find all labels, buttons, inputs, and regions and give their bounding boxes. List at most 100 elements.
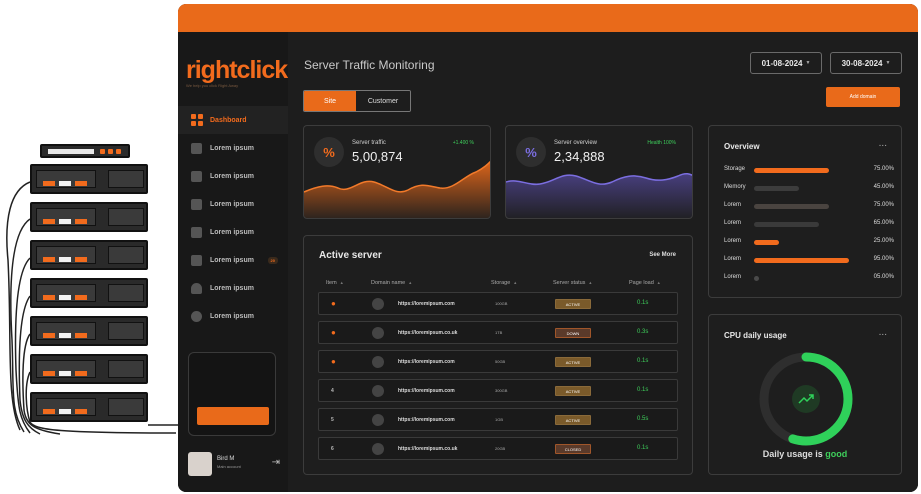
server-traffic-card: % Server traffic 5,00,874 +1.400 % xyxy=(303,125,491,219)
chevron-down-icon: ▼ xyxy=(885,60,891,66)
bell-icon xyxy=(191,282,202,294)
tab-customer[interactable]: Customer xyxy=(356,91,410,111)
cpu-usage-card: CPU daily usage ... Daily usage is good xyxy=(708,314,902,475)
domain-name: https://loremipsum.co.uk xyxy=(398,446,458,452)
tab-site[interactable]: Site xyxy=(304,91,356,111)
page-load-value: 0.1s xyxy=(637,387,649,393)
sidebar-nav: Dashboard Lorem ipsum Lorem ipsum Lorem … xyxy=(178,106,288,330)
rack-unit xyxy=(30,202,148,232)
progress-fill xyxy=(754,258,849,263)
column-header[interactable]: Server status ▲ xyxy=(553,280,592,286)
item-number: 6 xyxy=(331,446,334,452)
window-topbar xyxy=(178,4,918,32)
sidebar-item-1[interactable]: Lorem ipsum xyxy=(178,134,288,162)
storage-value: 300GB xyxy=(495,388,508,393)
traffic-sparkline xyxy=(304,160,490,218)
sidebar-item-3[interactable]: Lorem ipsum xyxy=(178,190,288,218)
page-load-value: 0.3s xyxy=(637,329,649,335)
see-more-link[interactable]: See More xyxy=(649,252,676,258)
sidebar: rightclick We help you click Right Away … xyxy=(178,32,288,492)
status-badge: DOWN xyxy=(555,328,591,338)
overview-label: Lorem xyxy=(724,256,742,262)
chart-icon xyxy=(191,142,202,154)
sidebar-item-7[interactable]: Lorem ipsum xyxy=(178,302,288,330)
overview-label: Storage xyxy=(724,166,746,172)
more-options-icon[interactable]: ... xyxy=(879,138,887,149)
column-header[interactable]: Page load ▲ xyxy=(629,280,661,286)
table-row[interactable]: ● https://loremipsum.com 100GB ACTIVE 0.… xyxy=(318,292,678,315)
overview-label: Lorem xyxy=(724,274,742,280)
overview-sparkline xyxy=(506,172,692,218)
table-row[interactable]: 6 https://loremipsum.co.uk 20GB CLOSED 0… xyxy=(318,437,678,460)
rack-unit xyxy=(30,164,148,194)
sidebar-item-5[interactable]: Lorem ipsum 20 xyxy=(178,246,288,274)
overview-label: Memory xyxy=(724,184,746,190)
column-header[interactable]: Storage ▲ xyxy=(491,280,517,286)
progress-track xyxy=(754,240,854,245)
promo-button[interactable] xyxy=(197,407,269,425)
overview-row: Lorem 75.00% xyxy=(724,202,894,212)
progress-track xyxy=(754,222,854,227)
sort-icon: ▲ xyxy=(339,280,344,285)
overview-row: Lorem 05.00% xyxy=(724,274,894,284)
sidebar-item-label: Lorem ipsum xyxy=(210,256,254,264)
server-rack-illustration xyxy=(0,140,180,440)
status-badge: ACTIVE xyxy=(555,357,591,367)
date-to-select[interactable]: 30-08-2024 ▼ xyxy=(830,52,902,74)
overview-label: Lorem xyxy=(724,202,742,208)
logout-icon[interactable]: ⇥ xyxy=(272,457,280,468)
sidebar-item-6[interactable]: Lorem ipsum xyxy=(178,274,288,302)
domain-avatar xyxy=(372,385,384,397)
overview-percent: 05.00% xyxy=(873,274,894,280)
sort-icon: ▲ xyxy=(513,280,518,285)
calendar-icon xyxy=(191,226,202,238)
rack-unit xyxy=(30,392,148,422)
sidebar-item-dashboard[interactable]: Dashboard xyxy=(178,106,288,134)
storage-value: 1GB xyxy=(495,417,504,422)
add-domain-button[interactable]: Add domain xyxy=(826,87,900,107)
table-row[interactable]: ● https://loremipsum.com 50GB ACTIVE 0.1… xyxy=(318,350,678,373)
rack-unit xyxy=(30,354,148,384)
progress-track xyxy=(754,168,854,173)
progress-fill xyxy=(754,168,829,173)
section-title: Overview xyxy=(724,142,760,151)
progress-track xyxy=(754,258,854,263)
sort-icon: ▲ xyxy=(588,280,593,285)
rack-unit xyxy=(30,240,148,270)
item-number: 5 xyxy=(331,417,334,423)
sidebar-item-4[interactable]: Lorem ipsum xyxy=(178,218,288,246)
account-panel[interactable]: Bird M Main account ⇥ xyxy=(188,452,280,476)
notification-badge: 20 xyxy=(267,256,278,264)
brand-logo[interactable]: rightclick We help you click Right Away xyxy=(186,56,288,88)
location-pin-icon: ● xyxy=(331,328,336,337)
sidebar-item-label: Lorem ipsum xyxy=(210,172,254,180)
domain-name: https://loremipsum.com xyxy=(398,301,455,307)
date-from-value: 01-08-2024 xyxy=(761,58,803,68)
overview-percent: 95.00% xyxy=(873,256,894,262)
table-row[interactable]: 5 https://loremipsum.com 1GB ACTIVE 0.5s xyxy=(318,408,678,431)
progress-fill xyxy=(754,240,779,245)
table-row[interactable]: ● https://loremipsum.co.uk 1TB DOWN 0.3s xyxy=(318,321,678,344)
status-badge: ACTIVE xyxy=(555,386,591,396)
document-icon xyxy=(191,198,202,210)
storage-value: 20GB xyxy=(495,446,506,451)
sort-icon: ▲ xyxy=(408,280,413,285)
table-row[interactable]: 4 https://loremipsum.com 300GB ACTIVE 0.… xyxy=(318,379,678,402)
sidebar-item-2[interactable]: Lorem ipsum xyxy=(178,162,288,190)
sidebar-item-label: Lorem ipsum xyxy=(210,228,254,236)
rack-top-unit xyxy=(40,144,130,158)
progress-track xyxy=(754,204,854,209)
sidebar-item-label: Lorem ipsum xyxy=(210,284,254,292)
date-from-select[interactable]: 01-08-2024 ▼ xyxy=(750,52,822,74)
location-pin-icon: ● xyxy=(331,299,336,308)
overview-row: Memory 45.00% xyxy=(724,184,894,194)
column-header[interactable]: Domain name ▲ xyxy=(371,280,412,286)
progress-track xyxy=(754,186,854,191)
date-to-value: 30-08-2024 xyxy=(841,58,883,68)
avatar xyxy=(188,452,212,476)
column-header[interactable]: Item ▲ xyxy=(326,280,344,286)
domain-avatar xyxy=(372,414,384,426)
overview-label: Lorem xyxy=(724,238,742,244)
progress-fill xyxy=(754,276,759,281)
overview-card: Overview ... Storage 75.00% Memory 45.00% Lo… xyxy=(708,125,902,298)
